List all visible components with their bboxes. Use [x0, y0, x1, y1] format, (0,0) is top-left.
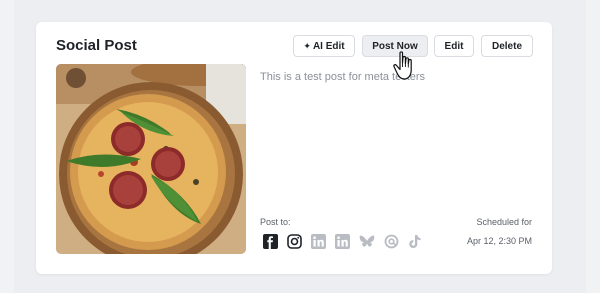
delete-button[interactable]: Delete [481, 35, 533, 57]
edit-button[interactable]: Edit [434, 35, 474, 57]
scheduled-label: Scheduled for [476, 217, 532, 227]
ai-edit-button[interactable]: ✦ AI Edit [293, 35, 355, 57]
ai-edit-label: AI Edit [312, 40, 345, 52]
tiktok-icon[interactable] [408, 234, 422, 249]
hand-cursor-icon [393, 51, 412, 80]
bluesky-icon[interactable] [359, 234, 375, 249]
instagram-icon[interactable] [287, 233, 302, 249]
facebook-icon[interactable] [263, 233, 278, 249]
edit-label: Edit [444, 40, 464, 52]
linkedin-icon[interactable] [311, 233, 326, 249]
post-to-label: Post to: [260, 217, 291, 227]
sparkle-icon: ✦ [303, 40, 311, 51]
delete-label: Delete [491, 40, 522, 52]
platform-icons [263, 233, 422, 249]
scheduled-date: Apr 12, 2:30 PM [466, 236, 532, 246]
linkedin-icon[interactable] [335, 233, 350, 249]
threads-icon[interactable] [384, 234, 399, 249]
post-image [56, 64, 246, 254]
post-title: Social Post [56, 37, 137, 54]
social-post-card: Social Post ✦ AI Edit Post Now Edit Dele… [36, 22, 552, 274]
